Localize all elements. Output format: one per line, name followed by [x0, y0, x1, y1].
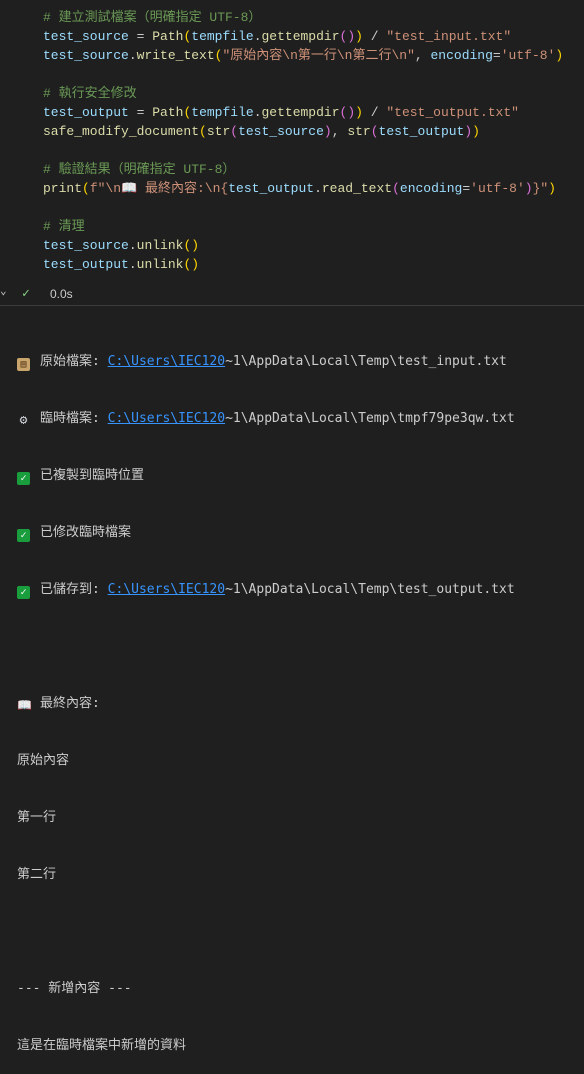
- output-text-line: 第一行: [17, 810, 57, 825]
- code-line: test_source.unlink(): [43, 238, 200, 253]
- output-final-label: 📖 最終內容:: [17, 696, 100, 712]
- output-line-source: ▤ 原始檔案: C:\Users\IEC120~1\AppData\Local\T…: [17, 352, 515, 371]
- success-check-icon: ✓: [22, 286, 30, 301]
- code-line: test_source.write_text("原始內容\n第一行\n第二行\n…: [43, 48, 564, 63]
- output-divider: [0, 305, 584, 306]
- output-line-saved: ✓ 已儲存到: C:\Users\IEC120~1\AppData\Local\T…: [17, 580, 515, 599]
- output-added-header: --- 新增內容 ---: [17, 981, 132, 996]
- cell-gutter: [0, 0, 6, 306]
- code-line: test_output.unlink(): [43, 257, 200, 272]
- code-editor[interactable]: # 建立測試檔案（明確指定 UTF-8） test_source = Path(t…: [43, 8, 563, 274]
- comment-line: # 驗證結果（明確指定 UTF-8）: [43, 162, 236, 177]
- comment-line: # 執行安全修改: [43, 86, 137, 101]
- code-line: safe_modify_document(str(test_source), s…: [43, 124, 480, 139]
- execution-duration: 0.0s: [50, 287, 73, 301]
- execution-status: ⌄ ✓ 0.0s: [0, 284, 584, 306]
- code-cell[interactable]: # 建立測試檔案（明確指定 UTF-8） test_source = Path(t…: [0, 0, 584, 306]
- cell-output[interactable]: ▤ 原始檔案: C:\Users\IEC120~1\AppData\Local\T…: [17, 314, 515, 1074]
- path-link[interactable]: C:\Users\IEC120: [108, 354, 225, 369]
- path-link[interactable]: C:\Users\IEC120: [108, 582, 225, 597]
- output-added-text: 這是在臨時檔案中新增的資料: [17, 1038, 187, 1053]
- gear-icon: ⚙: [19, 413, 28, 428]
- blank-output-line: [17, 922, 515, 941]
- path-link[interactable]: C:\Users\IEC120: [108, 411, 225, 426]
- code-line: test_output = Path(tempfile.gettempdir()…: [43, 105, 519, 120]
- output-line-temp: ⚙ 臨時檔案: C:\Users\IEC120~1\AppData\Local\T…: [17, 409, 515, 428]
- comment-line: # 清理: [43, 219, 85, 234]
- open-book-icon: 📖: [17, 698, 32, 712]
- check-mark-icon: ✓: [17, 529, 30, 542]
- output-line-modified: ✓ 已修改臨時檔案: [17, 523, 515, 542]
- collapse-output-icon[interactable]: ⌄: [0, 284, 7, 297]
- output-line-copied: ✓ 已複製到臨時位置: [17, 466, 515, 485]
- code-line: test_source = Path(tempfile.gettempdir()…: [43, 29, 512, 44]
- output-text-line: 第二行: [17, 867, 57, 882]
- blank-output-line: [17, 637, 515, 656]
- comment-line: # 建立測試檔案（明確指定 UTF-8）: [43, 10, 262, 25]
- check-mark-icon: ✓: [17, 586, 30, 599]
- clipboard-icon: ▤: [17, 358, 30, 371]
- check-mark-icon: ✓: [17, 472, 30, 485]
- output-text-line: 原始內容: [17, 753, 70, 768]
- code-line: print(f"\n📖 最終內容:\n{test_output.read_tex…: [43, 181, 556, 196]
